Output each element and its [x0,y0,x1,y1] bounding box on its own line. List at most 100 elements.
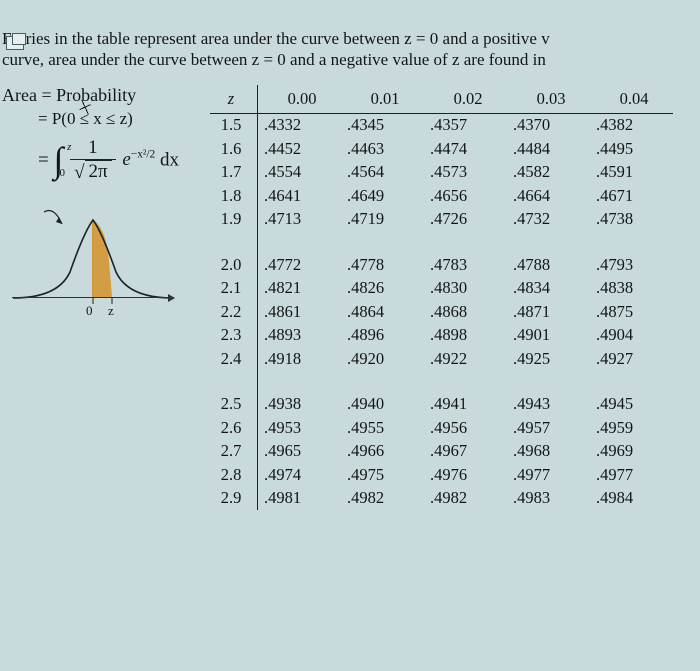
e-var: e [122,149,130,170]
value-cell: .4834 [507,277,590,301]
table-row: 1.8.4641.4649.4656.4664.4671 [210,184,673,208]
z-cell: 2.9 [210,487,258,511]
z-table: z 0.00 0.01 0.02 0.03 0.04 1.5.4332.4345… [210,85,700,511]
value-cell: .4984 [590,487,673,511]
value-cell: .4864 [341,300,424,324]
area-heading: Area = Probability [2,85,210,106]
value-cell: .4664 [507,184,590,208]
header-z: z [210,85,258,114]
value-cell: .4564 [341,161,424,185]
header-col: 0.02 [424,85,507,114]
integral-expression: = ∫0z 1 √2π e−x²/2 dx [2,137,210,185]
gap-cell [210,371,258,393]
value-cell: .4345 [341,113,424,137]
value-cell: .4738 [590,208,673,232]
value-cell: .4357 [424,113,507,137]
intro-text: Entries in the table represent area unde… [2,28,700,71]
z-cell: 1.5 [210,113,258,137]
value-cell: .4956 [424,416,507,440]
probability-definition: = P(0 ≤ x ≤ z) [2,109,210,129]
value-cell: .4875 [590,300,673,324]
value-cell: .4953 [258,416,342,440]
value-cell: .4382 [590,113,673,137]
popup-icon[interactable] [6,36,24,50]
value-cell: .4573 [424,161,507,185]
value-cell: .4920 [341,347,424,371]
table-row: 2.7.4965.4966.4967.4968.4969 [210,440,673,464]
table-row: 2.4.4918.4920.4922.4925.4927 [210,347,673,371]
value-cell: .4959 [590,416,673,440]
document-page: Entries in the table represent area unde… [0,28,700,671]
value-cell: .4783 [424,253,507,277]
value-cell: .4901 [507,324,590,348]
value-cell: .4778 [341,253,424,277]
value-cell: .4955 [341,416,424,440]
integral-icon: ∫0z [53,139,63,182]
value-cell: .4927 [590,347,673,371]
value-cell: .4582 [507,161,590,185]
z-cell: 2.2 [210,300,258,324]
value-cell: .4975 [341,463,424,487]
x-axis-icon [12,297,174,298]
gap-cell [507,371,590,393]
gap-cell [590,231,673,253]
value-cell: .4966 [341,440,424,464]
exponent: −x²/2 [131,148,155,160]
table-row: 1.9.4713.4719.4726.4732.4738 [210,208,673,232]
header-col: 0.00 [258,85,342,114]
equals-sign: = [38,149,53,170]
value-cell: .4918 [258,347,342,371]
value-cell: .4940 [341,393,424,417]
value-cell: .4821 [258,277,342,301]
table-row: 2.8.4974.4975.4976.4977.4977 [210,463,673,487]
value-cell: .4484 [507,137,590,161]
value-cell: .4452 [258,137,342,161]
value-cell: .4943 [507,393,590,417]
z-cell: 2.5 [210,393,258,417]
z-cell: 2.7 [210,440,258,464]
e-term: e−x²/2 [122,149,155,170]
table-row: 1.5.4332.4345.4357.4370.4382 [210,113,673,137]
value-cell: .4772 [258,253,342,277]
value-cell: .4868 [424,300,507,324]
value-cell: .4941 [424,393,507,417]
value-cell: .4649 [341,184,424,208]
table-row: 2.9.4981.4982.4982.4983.4984 [210,487,673,511]
table-row: 2.1.4821.4826.4830.4834.4838 [210,277,673,301]
gap-cell [590,371,673,393]
header-col: 0.01 [341,85,424,114]
value-cell: .4826 [341,277,424,301]
value-cell: .4591 [590,161,673,185]
value-cell: .4861 [258,300,342,324]
value-cell: .4671 [590,184,673,208]
z-cell: 2.3 [210,324,258,348]
value-cell: .4554 [258,161,342,185]
header-col: 0.04 [590,85,673,114]
gap-cell [341,371,424,393]
gap-cell [424,371,507,393]
table-row: 1.7.4554.4564.4573.4582.4591 [210,161,673,185]
value-cell: .4871 [507,300,590,324]
z-cell: 1.6 [210,137,258,161]
value-cell: .4904 [590,324,673,348]
value-cell: .4793 [590,253,673,277]
table-row: 2.3.4893.4896.4898.4901.4904 [210,324,673,348]
integral-upper: z [67,141,71,154]
gap-cell [507,231,590,253]
value-cell: .4893 [258,324,342,348]
z-table-element: z 0.00 0.01 0.02 0.03 0.04 1.5.4332.4345… [210,85,673,511]
value-cell: .4974 [258,463,342,487]
value-cell: .4981 [258,487,342,511]
axis-zero-label: 0 [86,303,93,319]
table-row: 2.6.4953.4955.4956.4957.4959 [210,416,673,440]
intro-line-1: Entries in the table represent area unde… [2,28,700,49]
z-cell: 1.9 [210,208,258,232]
value-cell: .4965 [258,440,342,464]
sqrt-icon: √ [74,162,84,185]
gap-row [210,231,673,253]
gap-cell [341,231,424,253]
gap-cell [210,231,258,253]
value-cell: .4495 [590,137,673,161]
value-cell: .4726 [424,208,507,232]
gap-cell [258,231,342,253]
